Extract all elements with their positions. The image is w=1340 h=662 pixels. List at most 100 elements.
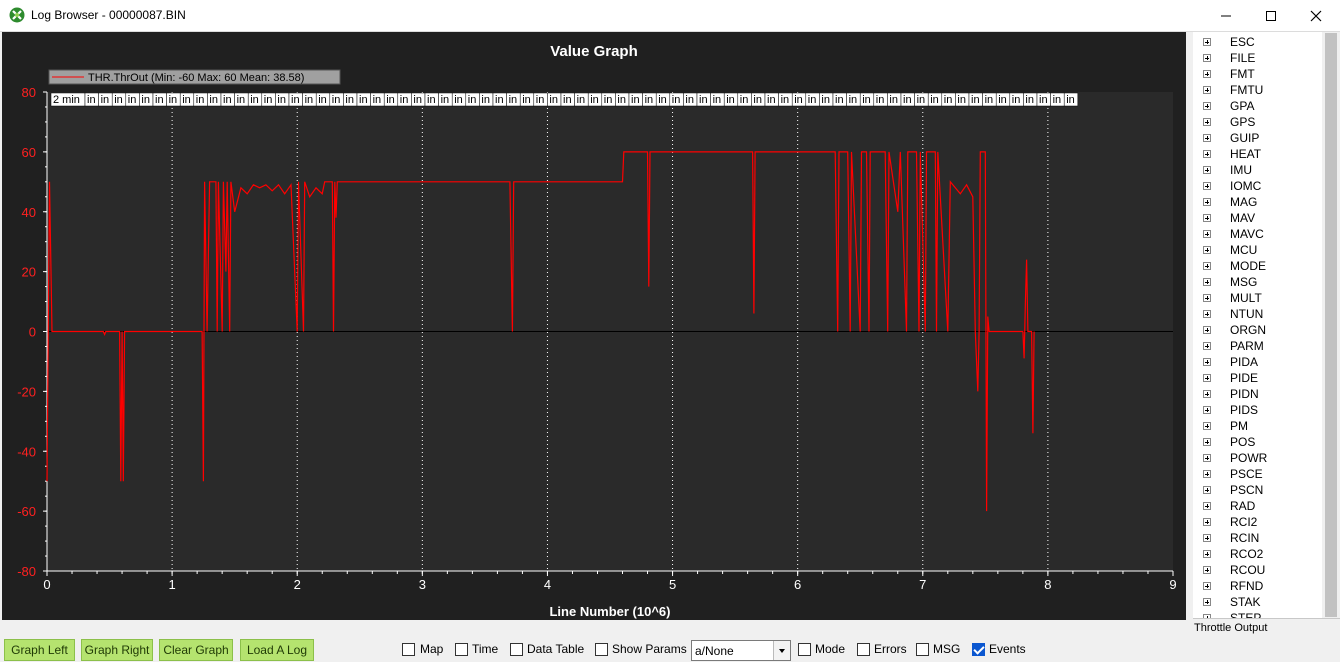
time-checkbox[interactable] <box>455 643 468 656</box>
maximize-button[interactable] <box>1248 0 1294 31</box>
expand-icon[interactable] <box>1203 518 1211 526</box>
tree-scrollbar[interactable] <box>1322 32 1340 618</box>
tree-item-mode[interactable]: MODE <box>1193 258 1322 274</box>
value-graph-panel[interactable]: Value Graph 80 60 40 20 0 -20 -40 -60 -80 0 1 2 3 4 5… <box>2 32 1186 620</box>
tree-item-stak[interactable]: STAK <box>1193 594 1322 610</box>
expand-icon[interactable] <box>1203 358 1211 366</box>
message-tree[interactable]: ESC FILE FMT FMTU GPA GPS GUIP HEAT IMU IOMC MAG MA… <box>1193 32 1322 618</box>
tree-item-gps[interactable]: GPS <box>1193 114 1322 130</box>
tree-item-orgn[interactable]: ORGN <box>1193 322 1322 338</box>
tree-item-heat[interactable]: HEAT <box>1193 146 1322 162</box>
expand-icon[interactable] <box>1203 598 1211 606</box>
clear-graph-button[interactable]: Clear Graph <box>159 639 233 661</box>
value-graph[interactable]: Value Graph 80 60 40 20 0 -20 -40 -60 -80 0 1 2 3 4 5… <box>2 32 1186 620</box>
expand-icon[interactable] <box>1203 390 1211 398</box>
expand-icon[interactable] <box>1203 102 1211 110</box>
tree-item-label: PIDA <box>1230 355 1259 369</box>
expand-icon[interactable] <box>1203 54 1211 62</box>
tree-item-gpa[interactable]: GPA <box>1193 98 1322 114</box>
show-params-checkbox[interactable] <box>595 643 608 656</box>
tree-item-iomc[interactable]: IOMC <box>1193 178 1322 194</box>
tree-item-pida[interactable]: PIDA <box>1193 354 1322 370</box>
expand-icon[interactable] <box>1203 134 1211 142</box>
errors-checkbox[interactable] <box>857 643 870 656</box>
tree-item-parm[interactable]: PARM <box>1193 338 1322 354</box>
event-label: in <box>1053 94 1062 106</box>
expand-icon[interactable] <box>1203 486 1211 494</box>
expand-icon[interactable] <box>1203 454 1211 462</box>
expand-icon[interactable] <box>1203 166 1211 174</box>
tree-item-mav[interactable]: MAV <box>1193 210 1322 226</box>
tree-item-esc[interactable]: ESC <box>1193 34 1322 50</box>
map-label: Map <box>420 642 444 656</box>
mode-checkbox[interactable] <box>798 643 811 656</box>
minimize-button[interactable] <box>1203 0 1249 31</box>
expand-icon[interactable] <box>1203 470 1211 478</box>
tree-item-step[interactable]: STEP <box>1193 610 1322 618</box>
expand-icon[interactable] <box>1203 182 1211 190</box>
tree-item-rcou[interactable]: RCOU <box>1193 562 1322 578</box>
expand-icon[interactable] <box>1203 214 1211 222</box>
tree-item-pos[interactable]: POS <box>1193 434 1322 450</box>
tree-item-mavc[interactable]: MAVC <box>1193 226 1322 242</box>
events-checkbox[interactable] <box>972 643 985 656</box>
tree-item-rcin[interactable]: RCIN <box>1193 530 1322 546</box>
tree-item-msg[interactable]: MSG <box>1193 274 1322 290</box>
tree-item-rco2[interactable]: RCO2 <box>1193 546 1322 562</box>
expand-icon[interactable] <box>1203 310 1211 318</box>
expand-icon[interactable] <box>1203 438 1211 446</box>
tree-item-pm[interactable]: PM <box>1193 418 1322 434</box>
expand-icon[interactable] <box>1203 374 1211 382</box>
load-log-button[interactable]: Load A Log <box>240 639 314 661</box>
expand-icon[interactable] <box>1203 326 1211 334</box>
expand-icon[interactable] <box>1203 294 1211 302</box>
tree-item-psce[interactable]: PSCE <box>1193 466 1322 482</box>
data-table-checkbox[interactable] <box>510 643 523 656</box>
expand-icon[interactable] <box>1203 582 1211 590</box>
tree-item-rad[interactable]: RAD <box>1193 498 1322 514</box>
tree-scrollbar-thumb[interactable] <box>1325 33 1337 617</box>
expand-icon[interactable] <box>1203 150 1211 158</box>
expand-icon[interactable] <box>1203 70 1211 78</box>
expand-icon[interactable] <box>1203 230 1211 238</box>
expand-icon[interactable] <box>1203 502 1211 510</box>
tree-item-pide[interactable]: PIDE <box>1193 370 1322 386</box>
tree-item-mult[interactable]: MULT <box>1193 290 1322 306</box>
expand-icon[interactable] <box>1203 534 1211 542</box>
expand-icon[interactable] <box>1203 118 1211 126</box>
expand-icon[interactable] <box>1203 246 1211 254</box>
expand-icon[interactable] <box>1203 86 1211 94</box>
map-checkbox[interactable] <box>402 643 415 656</box>
tree-item-powr[interactable]: POWR <box>1193 450 1322 466</box>
tree-item-pscn[interactable]: PSCN <box>1193 482 1322 498</box>
tree-item-ntun[interactable]: NTUN <box>1193 306 1322 322</box>
tree-item-imu[interactable]: IMU <box>1193 162 1322 178</box>
tree-item-file[interactable]: FILE <box>1193 50 1322 66</box>
tree-item-mag[interactable]: MAG <box>1193 194 1322 210</box>
expand-icon[interactable] <box>1203 198 1211 206</box>
graph-left-button[interactable]: Graph Left <box>4 639 75 661</box>
tree-item-mcu[interactable]: MCU <box>1193 242 1322 258</box>
expand-icon[interactable] <box>1203 278 1211 286</box>
expand-icon[interactable] <box>1203 38 1211 46</box>
expand-icon[interactable] <box>1203 406 1211 414</box>
tree-item-fmtu[interactable]: FMTU <box>1193 82 1322 98</box>
tree-item-guip[interactable]: GUIP <box>1193 130 1322 146</box>
tree-item-pidn[interactable]: PIDN <box>1193 386 1322 402</box>
chevron-down-icon[interactable] <box>773 641 790 660</box>
close-button[interactable] <box>1293 0 1339 31</box>
mode-select[interactable]: a/None <box>691 640 791 661</box>
graph-right-button[interactable]: Graph Right <box>81 639 153 661</box>
expand-icon[interactable] <box>1203 422 1211 430</box>
tree-item-rfnd[interactable]: RFND <box>1193 578 1322 594</box>
expand-icon[interactable] <box>1203 262 1211 270</box>
expand-icon[interactable] <box>1203 342 1211 350</box>
tree-item-pids[interactable]: PIDS <box>1193 402 1322 418</box>
expand-icon[interactable] <box>1203 550 1211 558</box>
tree-item-label: RCO2 <box>1230 547 1264 561</box>
expand-icon[interactable] <box>1203 566 1211 574</box>
tree-item-fmt[interactable]: FMT <box>1193 66 1322 82</box>
event-label: in <box>196 94 205 106</box>
tree-item-rci2[interactable]: RCI2 <box>1193 514 1322 530</box>
msg-checkbox[interactable] <box>916 643 929 656</box>
